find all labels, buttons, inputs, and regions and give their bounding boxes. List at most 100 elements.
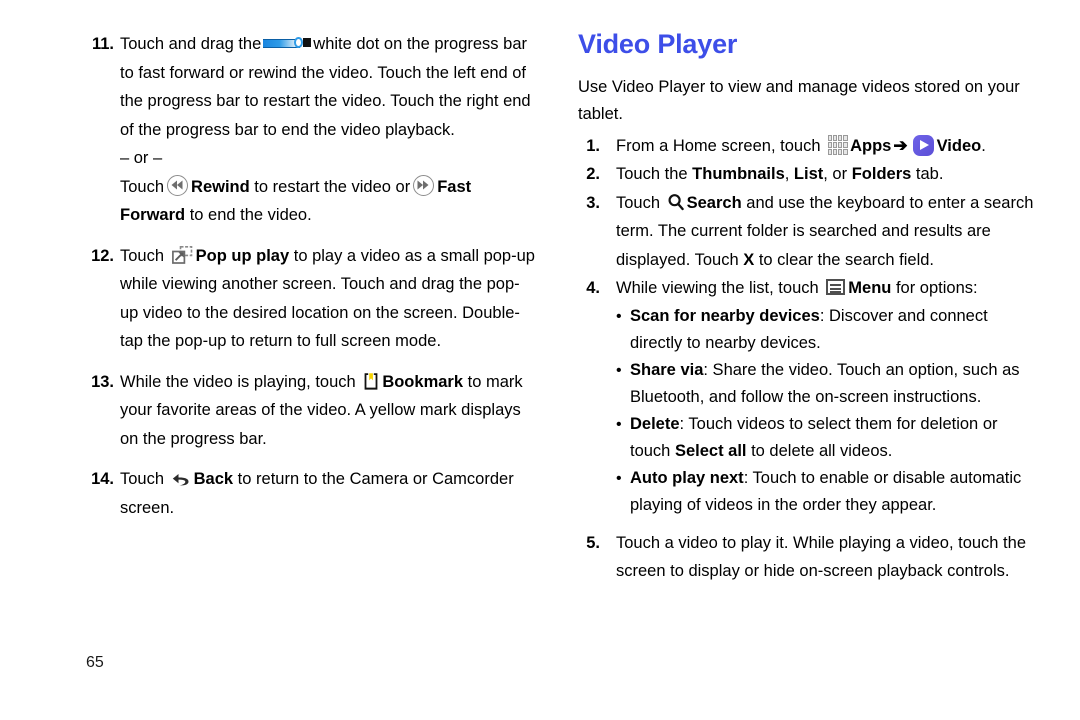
step-number: 4. <box>586 279 600 298</box>
arrow-right-icon: ➔ <box>893 135 908 155</box>
video-app-icon <box>912 134 934 156</box>
bullet-text: Auto play next: Touch to enable or disab… <box>630 465 1038 519</box>
search-label: Search <box>686 193 742 212</box>
option-label: Share via <box>630 360 704 379</box>
step-number: 5. <box>586 533 600 552</box>
back-icon <box>172 468 191 486</box>
play-triangle-icon <box>919 139 929 150</box>
step-14-text-part1: Touch <box>120 470 165 488</box>
step-14: 14. Touch Back to return to the Camera o… <box>84 465 536 522</box>
option-description-2: to delete all videos. <box>746 441 893 460</box>
apps-grid-icon <box>827 134 848 155</box>
step-body: Touch Pop up play to play a video as a s… <box>120 242 536 356</box>
menu-line <box>830 287 842 290</box>
menu-label: Menu <box>848 279 892 298</box>
bullet-dot: • <box>616 361 622 379</box>
step-2-sep1: , <box>784 165 794 184</box>
step-number: 3. <box>586 193 600 212</box>
step-body: Touch the Thumbnails, List, or Folders t… <box>616 160 1038 189</box>
bullet-dot: • <box>616 415 622 433</box>
step-1: 1. From a Home screen, touch Apps ➔ Video. <box>578 132 1038 161</box>
document-page: 11. Touch and drag the white dot on the p… <box>0 0 1080 720</box>
step-body: Touch Search and use the keyboard to ent… <box>616 189 1038 275</box>
apps-grid-cell <box>827 134 832 141</box>
menu-option-share-via: • Share via: Share the video. Touch an o… <box>616 357 1038 411</box>
option-label: Delete <box>630 414 680 433</box>
rewind-line-part3: to end the video. <box>189 206 312 224</box>
video-label: Video <box>936 136 982 155</box>
step-body: While viewing the list, touch Menu for o… <box>616 274 1038 303</box>
step-body: Touch and drag the white dot on the progr… <box>120 30 536 144</box>
step-2-text-part1: Touch the <box>616 165 688 184</box>
clear-x-label: X <box>743 250 755 269</box>
search-icon <box>667 192 685 210</box>
bullet-dot: • <box>616 307 622 325</box>
step-12: 12. Touch Pop up play to play a video as… <box>84 242 536 356</box>
apps-grid-cell <box>843 134 848 141</box>
apps-grid-cell <box>832 134 838 141</box>
menu-option-auto-play-next: • Auto play next: Touch to enable or dis… <box>616 465 1038 519</box>
step-3-text-part1: Touch <box>616 193 661 212</box>
rewind-label: Rewind <box>191 177 250 196</box>
apps-grid-cell <box>827 148 832 155</box>
bookmark-icon <box>363 372 379 391</box>
page-title: Video Player <box>578 29 738 59</box>
apps-grid-cell <box>838 148 843 155</box>
select-all-label: Select all <box>674 441 747 460</box>
step-12-text-part1: Touch <box>120 246 165 265</box>
progress-tail <box>303 38 312 47</box>
step-2: 2. Touch the Thumbnails, List, or Folder… <box>578 160 1038 189</box>
thumbnails-tab-label: Thumbnails <box>692 165 785 184</box>
step-number: 11. <box>91 35 114 53</box>
video-progress-bar-icon <box>263 37 312 48</box>
step-3-text-part3: to clear the search field. <box>758 250 935 269</box>
apps-grid-cell <box>838 134 843 141</box>
step-number: 14. <box>91 470 114 488</box>
pop-up-play-icon <box>171 245 193 264</box>
apps-grid-cell <box>832 148 838 155</box>
step-13: 13. While the video is playing, touch Bo… <box>84 368 536 454</box>
apps-grid-row <box>827 148 848 155</box>
step-11-text-part1: Touch and drag the <box>120 35 262 53</box>
intro-paragraph: Use Video Player to view and manage vide… <box>578 77 1020 123</box>
back-label: Back <box>193 470 234 488</box>
step-11: 11. Touch and drag the white dot on the p… <box>84 30 536 144</box>
bullet-text: Scan for nearby devices: Discover and co… <box>630 303 1038 357</box>
progress-knob <box>294 37 304 48</box>
bullet-text: Share via: Share the video. Touch an opt… <box>630 357 1038 411</box>
menu-option-scan-nearby: • Scan for nearby devices: Discover and … <box>616 303 1038 357</box>
option-label: Auto play next <box>630 468 744 487</box>
apps-grid-cell <box>827 141 832 148</box>
apps-grid-cell <box>832 141 838 148</box>
or-divider: – or – <box>120 149 163 167</box>
step-number: 1. <box>586 136 600 155</box>
step-number: 2. <box>586 165 600 184</box>
step-1-period: . <box>981 136 986 155</box>
apps-grid-row <box>827 141 848 148</box>
step-body: From a Home screen, touch Apps ➔ Video. <box>616 132 1038 161</box>
apps-grid-row <box>827 134 848 141</box>
rewind-icon <box>167 174 189 196</box>
bullet-text: Delete: Touch videos to select them for … <box>630 411 1038 465</box>
menu-line <box>830 291 842 294</box>
step-5: 5. Touch a video to play it. While playi… <box>578 529 1038 586</box>
step-4-text-part1: While viewing the list, touch <box>616 279 819 298</box>
bullet-dot: • <box>616 469 622 487</box>
right-column: Video Player Use Video Player to view an… <box>578 29 1038 586</box>
apps-grid-cell <box>843 141 848 148</box>
list-tab-label: List <box>793 165 824 184</box>
left-column: 11. Touch and drag the white dot on the p… <box>84 30 536 522</box>
rewind-fast-forward-line: Touch Rewind to restart the video or Fas… <box>120 173 536 230</box>
step-body: While the video is playing, touch Bookma… <box>120 368 536 454</box>
step-1-text-part1: From a Home screen, touch <box>616 136 821 155</box>
folders-tab-label: Folders <box>851 165 912 184</box>
menu-icon <box>826 279 846 296</box>
option-label: Scan for nearby devices <box>630 306 820 325</box>
apps-grid-cell <box>843 148 848 155</box>
rewind-line-part1: Touch <box>120 177 165 196</box>
step-number: 12. <box>91 246 114 265</box>
step-2-text-part2: tab. <box>915 165 944 184</box>
step-13-text-part1: While the video is playing, touch <box>120 372 356 391</box>
bookmark-label: Bookmark <box>382 372 464 391</box>
apps-grid-cell <box>838 141 843 148</box>
